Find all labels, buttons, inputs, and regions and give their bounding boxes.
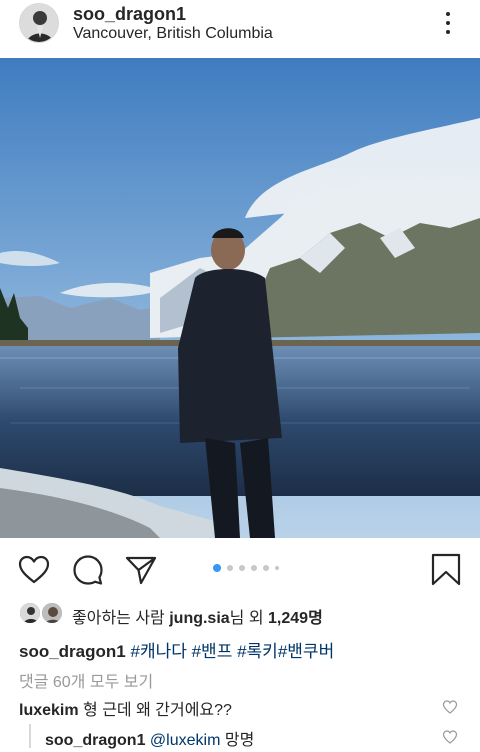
liker-avatar[interactable] — [19, 602, 41, 624]
avatar-image — [20, 4, 58, 42]
likes-user[interactable]: jung.sia — [169, 610, 229, 627]
profile-avatar[interactable] — [19, 3, 59, 43]
likes-prefix: 좋아하는 사람 — [72, 610, 170, 627]
send-paper-plane-icon[interactable] — [124, 553, 158, 587]
heart-icon[interactable] — [17, 553, 51, 587]
comment-text: 형 근데 왜 간거에요?? — [83, 702, 232, 719]
reply-text: 망명 — [224, 732, 255, 749]
carousel-dot — [239, 565, 245, 571]
comment-item: luxekim 형 근데 왜 간거에요?? — [19, 696, 232, 720]
post-caption: soo_dragon1 #캐나다 #밴프 #록키#밴쿠버 — [19, 637, 334, 662]
reply-mention[interactable]: @luxekim — [150, 732, 220, 749]
view-all-comments-link[interactable]: 댓글 60개 모두 보기 — [19, 668, 153, 692]
liker-avatar[interactable] — [41, 602, 63, 624]
carousel-dot — [251, 565, 257, 571]
post-location[interactable]: Vancouver, British Columbia — [73, 25, 273, 43]
reply-item: soo_dragon1 @luxekim 망명 — [45, 726, 254, 750]
carousel-dot — [227, 565, 233, 571]
hashtag[interactable]: #밴프 — [192, 642, 233, 661]
reply-thread-line — [29, 724, 31, 748]
likes-suffix: 명 — [308, 610, 323, 627]
comment-username[interactable]: luxekim — [19, 702, 79, 719]
carousel-dot-active — [213, 564, 221, 572]
caption-username[interactable]: soo_dragon1 — [19, 642, 126, 661]
likes-row: 좋아하는 사람 jung.sia님 외 1,249명 — [19, 602, 459, 627]
comment-like-heart-icon[interactable] — [442, 699, 458, 715]
carousel-dot — [275, 566, 279, 570]
bookmark-icon[interactable] — [429, 553, 463, 587]
post-header: soo_dragon1 Vancouver, British Columbia — [0, 0, 480, 58]
post-photo[interactable] — [0, 58, 480, 538]
reply-username[interactable]: soo_dragon1 — [45, 732, 145, 749]
likes-summary[interactable]: 좋아하는 사람 jung.sia님 외 1,249명 — [72, 604, 323, 628]
likes-middle: 님 외 — [229, 610, 269, 627]
more-vertical-icon[interactable] — [438, 10, 458, 36]
hashtag[interactable]: #캐나다 — [130, 642, 186, 661]
post-username[interactable]: soo_dragon1 — [73, 4, 186, 25]
reply-like-heart-icon[interactable] — [442, 729, 458, 745]
comment-bubble-icon[interactable] — [71, 553, 105, 587]
hashtag[interactable]: #밴쿠버 — [278, 642, 334, 661]
carousel-dot — [263, 565, 269, 571]
likes-count[interactable]: 1,249 — [268, 610, 308, 627]
hashtag[interactable]: #록키 — [237, 642, 278, 661]
